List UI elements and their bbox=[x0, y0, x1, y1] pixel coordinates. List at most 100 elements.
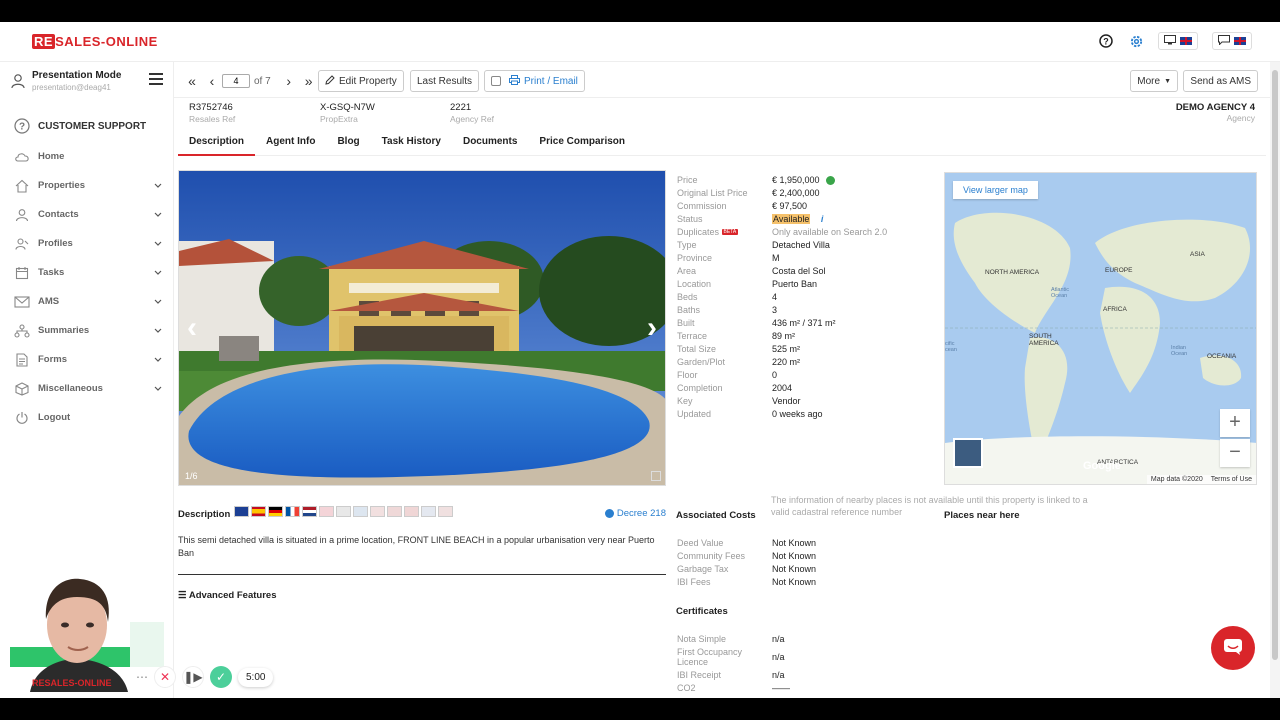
sidebar-item-tasks[interactable]: Tasks bbox=[0, 258, 174, 287]
description-header: Description Decree 218 bbox=[178, 506, 666, 522]
flag-ru-icon[interactable] bbox=[336, 506, 351, 517]
last-results-button[interactable]: Last Results bbox=[410, 70, 480, 92]
desktop-language-selector[interactable] bbox=[1158, 32, 1198, 50]
user-email: presentation@deag41 bbox=[32, 83, 111, 92]
finish-recording-icon[interactable]: ✓ bbox=[210, 666, 232, 688]
sidebar-item-ams[interactable]: AMS bbox=[0, 287, 174, 316]
sidebar-item-summaries[interactable]: Summaries bbox=[0, 316, 174, 345]
edit-property-button[interactable]: Edit Property bbox=[318, 70, 404, 92]
tab-task-history[interactable]: Task History bbox=[371, 130, 452, 156]
monitor-icon bbox=[1164, 34, 1176, 48]
sidebar-item-forms[interactable]: Forms bbox=[0, 345, 174, 374]
tab-documents[interactable]: Documents bbox=[452, 130, 528, 156]
property-toolbar: « ‹ of 7 › » Edit Property Last Results bbox=[174, 62, 1270, 98]
chevron-down-icon bbox=[154, 297, 162, 308]
document-icon bbox=[14, 352, 30, 368]
world-map[interactable]: NORTH AMERICA EUROPE ASIA AFRICA SOUTH A… bbox=[944, 172, 1257, 485]
view-larger-map-link[interactable]: View larger map bbox=[953, 181, 1038, 199]
detail-row: Price € 1,950,000 bbox=[677, 174, 937, 187]
flag-es-icon[interactable] bbox=[251, 506, 266, 517]
recording-timer: 5:00 bbox=[238, 667, 274, 687]
top-header: RE SALES-ONLINE ? bbox=[0, 22, 1280, 62]
info-icon[interactable]: i bbox=[821, 214, 824, 224]
chevron-down-icon bbox=[154, 181, 162, 192]
language-flags bbox=[234, 506, 453, 517]
settings-gear-icon[interactable] bbox=[1128, 33, 1144, 49]
tab-agent-info[interactable]: Agent Info bbox=[255, 130, 326, 156]
first-page-icon[interactable]: « bbox=[182, 73, 202, 89]
beta-badge: BETA bbox=[721, 229, 739, 236]
hamburger-menu-icon[interactable] bbox=[149, 73, 163, 88]
map-label-oceania: OCEANIA bbox=[1207, 353, 1237, 360]
zoom-out-button[interactable]: − bbox=[1220, 439, 1250, 467]
map-terms-link[interactable]: Terms of Use bbox=[1211, 476, 1252, 483]
flag-dk-icon[interactable] bbox=[319, 506, 334, 517]
flag-other-icon[interactable] bbox=[438, 506, 453, 517]
tab-price-comparison[interactable]: Price Comparison bbox=[528, 130, 636, 156]
message-language-selector[interactable] bbox=[1212, 32, 1252, 50]
more-dropdown-button[interactable]: More ▼ bbox=[1130, 70, 1178, 92]
detail-row: Duplicates BETA Only available on Search … bbox=[677, 227, 888, 237]
chat-support-button[interactable] bbox=[1211, 626, 1255, 670]
page-number-input[interactable] bbox=[222, 74, 250, 88]
send-as-ams-button[interactable]: Send as AMS bbox=[1183, 70, 1258, 92]
zoom-in-button[interactable]: + bbox=[1220, 409, 1250, 437]
sidebar-item-profiles[interactable]: Profiles bbox=[0, 229, 174, 258]
sidebar-item-customer-support[interactable]: ? CUSTOMER SUPPORT bbox=[0, 110, 174, 142]
detail-row: Updated 0 weeks ago bbox=[677, 409, 823, 419]
support-question-icon: ? bbox=[14, 118, 30, 134]
main-content: « ‹ of 7 › » Edit Property Last Results bbox=[174, 62, 1270, 698]
certificates-title: Certificates bbox=[676, 606, 728, 617]
select-checkbox[interactable] bbox=[491, 76, 501, 86]
print-email-button[interactable]: Print / Email bbox=[484, 70, 585, 92]
chevron-down-icon bbox=[154, 326, 162, 337]
page-scrollbar[interactable] bbox=[1270, 62, 1280, 698]
map-landmasses bbox=[945, 212, 1256, 484]
flag-fr-icon[interactable] bbox=[285, 506, 300, 517]
flag-tr-icon[interactable] bbox=[404, 506, 419, 517]
flag-en-icon[interactable] bbox=[234, 506, 249, 517]
decree-link[interactable]: Decree 218 bbox=[605, 508, 666, 519]
sidebar-item-logout[interactable]: Logout bbox=[0, 403, 174, 432]
expand-photo-icon[interactable] bbox=[651, 471, 661, 481]
next-page-icon[interactable]: › bbox=[279, 73, 299, 89]
tab-blog[interactable]: Blog bbox=[326, 130, 370, 156]
flag-pl-icon[interactable] bbox=[370, 506, 385, 517]
scrollbar-thumb[interactable] bbox=[1272, 70, 1278, 660]
prev-photo-icon[interactable]: ‹ bbox=[187, 311, 197, 345]
detail-row: Terrace 89 m² bbox=[677, 331, 796, 341]
flag-nl-icon[interactable] bbox=[302, 506, 317, 517]
detail-row: Location Puerto Ban bbox=[677, 279, 818, 289]
sidebar-item-miscellaneous[interactable]: Miscellaneous bbox=[0, 374, 174, 403]
chevron-down-icon bbox=[154, 239, 162, 250]
sidebar-item-contacts[interactable]: Contacts bbox=[0, 200, 174, 229]
next-photo-icon[interactable]: › bbox=[647, 311, 657, 345]
flag-fi-icon[interactable] bbox=[421, 506, 436, 517]
cost-row: Community Fees Not Known bbox=[677, 551, 817, 561]
app-frame: RE SALES-ONLINE ? Presentation Mode pres… bbox=[0, 22, 1280, 698]
cloud-home-icon bbox=[14, 149, 30, 165]
property-photo-carousel[interactable]: ‹ › 1/6 bbox=[178, 170, 666, 486]
photo-counter: 1/6 bbox=[185, 471, 198, 481]
user-panel: Presentation Mode presentation@deag41 bbox=[10, 70, 170, 100]
flag-de-icon[interactable] bbox=[268, 506, 283, 517]
satellite-toggle[interactable] bbox=[953, 438, 983, 468]
cancel-recording-icon[interactable]: ✕ bbox=[154, 666, 176, 688]
resales-online-logo[interactable]: RE SALES-ONLINE bbox=[32, 34, 158, 49]
reference-row: R3752746 Resales Ref X-GSQ-N7W PropExtra… bbox=[174, 98, 1270, 128]
sidebar-item-properties[interactable]: Properties bbox=[0, 171, 174, 200]
flag-se-icon[interactable] bbox=[353, 506, 368, 517]
advanced-features-toggle[interactable]: ☰ Advanced Features bbox=[178, 590, 276, 601]
more-options-icon[interactable]: ⋯ bbox=[136, 670, 148, 684]
flag-no-icon[interactable] bbox=[387, 506, 402, 517]
pause-recording-icon[interactable]: ❚▶ bbox=[182, 666, 204, 688]
help-icon[interactable]: ? bbox=[1098, 33, 1114, 49]
chevron-down-icon bbox=[154, 355, 162, 366]
last-page-icon[interactable]: » bbox=[299, 73, 319, 89]
sidebar-item-home[interactable]: Home bbox=[0, 142, 174, 171]
tab-description[interactable]: Description bbox=[178, 130, 256, 156]
map-label-europe: EUROPE bbox=[1105, 267, 1133, 274]
detail-row: Floor 0 bbox=[677, 370, 778, 380]
prev-page-icon[interactable]: ‹ bbox=[202, 73, 222, 89]
user-name: Presentation Mode bbox=[32, 70, 122, 81]
